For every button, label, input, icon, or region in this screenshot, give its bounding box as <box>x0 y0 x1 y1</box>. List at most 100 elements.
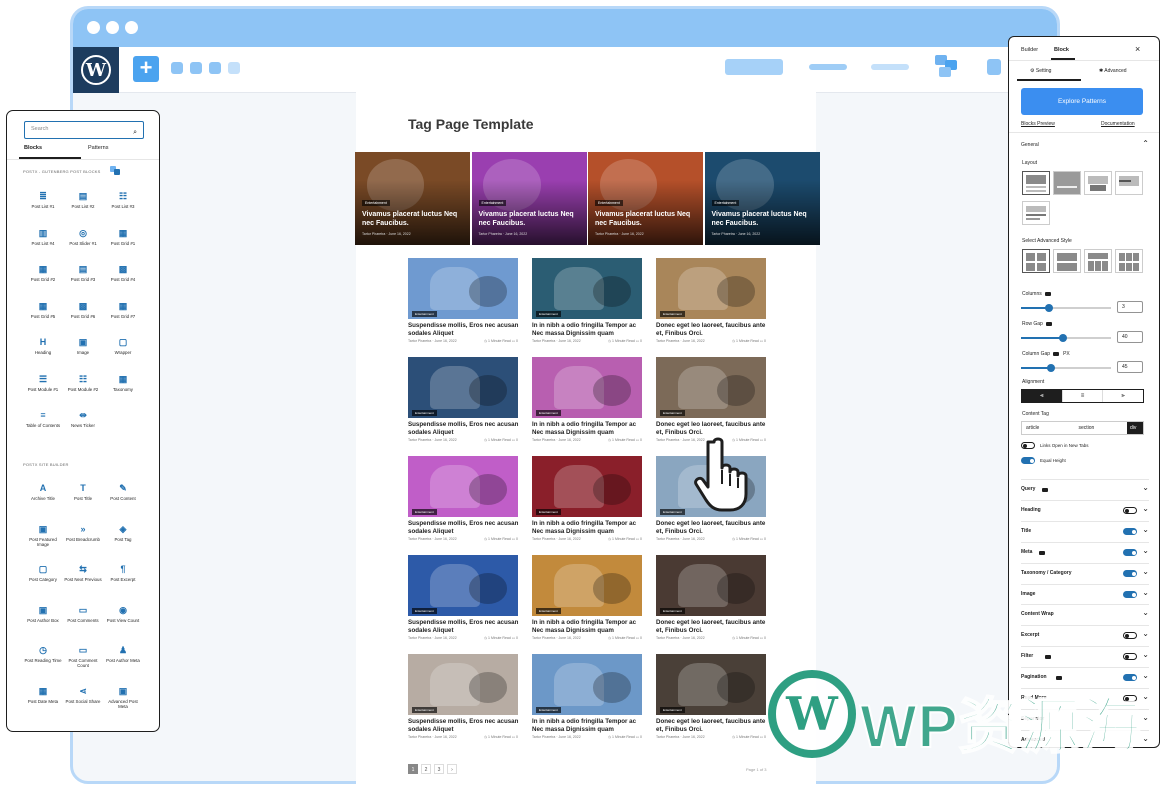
block-item[interactable]: ¶ Post Excerpt <box>103 564 143 598</box>
post-card[interactable]: Entertainment In in nibh a odio fringilla… <box>532 456 642 546</box>
block-item[interactable]: ▣ Advanced Post Meta <box>103 686 143 720</box>
toolbar-tool-icon[interactable] <box>228 62 240 74</box>
category-badge[interactable]: Entertainment <box>660 509 685 515</box>
post-thumbnail[interactable]: Entertainment <box>656 258 766 319</box>
settings-section-image[interactable]: Image ⌄ <box>1021 588 1149 602</box>
block-item[interactable]: ☷ Post List #3 <box>103 191 143 225</box>
block-item[interactable]: A Archive Title <box>23 483 63 517</box>
post-title[interactable]: Donec eget leo laoreet, faucibus ante et… <box>656 421 768 437</box>
wordpress-logo-icon[interactable]: W <box>73 47 119 93</box>
unit-label[interactable]: PX <box>1063 351 1070 357</box>
row-gap-slider[interactable] <box>1021 334 1111 342</box>
desktop-icon[interactable] <box>1053 351 1060 356</box>
block-item[interactable]: ◎ Post Slider #1 <box>63 228 103 262</box>
block-item[interactable]: ▤ Post List #2 <box>63 191 103 225</box>
settings-section-taxonomy-category[interactable]: Taxonomy / Category ⌄ <box>1021 567 1149 581</box>
layout-option-5[interactable] <box>1022 201 1050 225</box>
post-card[interactable]: Entertainment In in nibh a odio fringilla… <box>532 654 642 744</box>
category-badge[interactable]: Entertainment <box>412 707 437 713</box>
toolbar-tool-icon[interactable] <box>171 62 183 74</box>
block-item[interactable]: ▦ Post Grid #7 <box>103 301 143 335</box>
tab-blocks[interactable]: Blocks <box>24 145 42 151</box>
tag-article-button[interactable]: article <box>1022 422 1075 434</box>
block-item[interactable]: T Post Title <box>63 483 103 517</box>
block-item[interactable]: ☰ Post Module #1 <box>23 374 63 408</box>
post-card[interactable]: Entertainment In in nibh a odio fringilla… <box>532 555 642 645</box>
post-card[interactable]: Entertainment Donec eget leo laoreet, fau… <box>656 555 766 645</box>
block-item[interactable]: ▦ Taxonomy <box>103 374 143 408</box>
block-item[interactable]: ▣ Post Author Box <box>23 605 63 639</box>
hero-title[interactable]: Vivamus placerat luctus Neq nec Faucibus… <box>479 210 583 228</box>
close-icon[interactable]: × <box>1135 44 1140 54</box>
documentation-link[interactable]: Documentation <box>1101 121 1135 127</box>
post-thumbnail[interactable]: Entertainment <box>532 357 642 418</box>
chevron-down-icon[interactable]: ⌄ <box>1142 546 1149 555</box>
block-item[interactable]: ⋖ Post Social Share <box>63 686 103 720</box>
category-badge[interactable]: Entertainment <box>660 311 685 317</box>
post-title[interactable]: In in nibh a odio fringilla Tempor ac Ne… <box>532 421 644 437</box>
category-badge[interactable]: Entertainment <box>362 200 390 206</box>
block-item[interactable]: ◷ Post Reading Time <box>23 645 63 679</box>
chevron-down-icon[interactable]: ⌄ <box>1142 650 1149 659</box>
align-center-button[interactable]: ≡ <box>1063 390 1104 402</box>
category-badge[interactable]: Entertainment <box>412 608 437 614</box>
info-icon[interactable] <box>1042 488 1048 492</box>
block-item[interactable]: ▭ Post Comments <box>63 605 103 639</box>
hero-post-card[interactable]: Entertainment Vivamus placerat luctus Neq… <box>704 152 820 245</box>
chevron-down-icon[interactable]: ⌄ <box>1142 567 1149 576</box>
hero-post-card[interactable]: Entertainment Vivamus placerat luctus Neq… <box>471 152 587 245</box>
category-badge[interactable]: Entertainment <box>536 608 561 614</box>
block-item[interactable]: ▦ Post Grid #2 <box>23 264 63 298</box>
column-gap-input[interactable]: 45 <box>1117 361 1143 373</box>
post-title[interactable]: Suspendisse mollis, Eros nec acusan soda… <box>408 322 520 338</box>
window-dot-icon[interactable] <box>106 21 119 34</box>
tag-div-button[interactable]: div <box>1127 422 1143 434</box>
add-block-button[interactable]: + <box>133 56 159 82</box>
post-thumbnail[interactable]: Entertainment <box>656 654 766 715</box>
general-section-header[interactable]: General ⌃ <box>1021 139 1149 153</box>
post-thumbnail[interactable]: Entertainment <box>656 357 766 418</box>
post-thumbnail[interactable]: Entertainment <box>408 654 518 715</box>
page-button[interactable]: › <box>447 764 457 774</box>
layout-option-4[interactable] <box>1115 171 1143 195</box>
settings-section-heading[interactable]: Heading ⌄ <box>1021 504 1149 518</box>
post-title[interactable]: Suspendisse mollis, Eros nec acusan soda… <box>408 619 520 635</box>
tab-setting[interactable]: ⚙ Setting <box>1030 68 1051 74</box>
block-item[interactable]: ▢ Wrapper <box>103 337 143 371</box>
search-icon[interactable]: ⌕ <box>133 125 137 140</box>
post-card[interactable]: Entertainment Suspendisse mollis, Eros ne… <box>408 456 518 546</box>
columns-input[interactable]: 3 <box>1117 301 1143 313</box>
block-item[interactable]: ▩ Post Grid #4 <box>103 264 143 298</box>
settings-section-query[interactable]: Query ⌄ <box>1021 483 1149 497</box>
style-option-2[interactable] <box>1053 249 1081 273</box>
post-thumbnail[interactable]: Entertainment <box>408 357 518 418</box>
post-card[interactable]: Entertainment In in nibh a odio fringilla… <box>532 258 642 348</box>
window-dot-icon[interactable] <box>87 21 100 34</box>
category-badge[interactable]: Entertainment <box>660 707 685 713</box>
block-item[interactable]: ⇹ News Ticker <box>63 410 103 444</box>
category-badge[interactable]: Entertainment <box>536 410 561 416</box>
block-item[interactable]: ▦ Post Grid #5 <box>23 301 63 335</box>
post-card[interactable]: Entertainment In in nibh a odio fringilla… <box>532 357 642 447</box>
layout-option-3[interactable] <box>1084 171 1112 195</box>
section-toggle[interactable] <box>1123 506 1137 514</box>
section-toggle[interactable] <box>1123 569 1137 577</box>
category-badge[interactable]: Entertainment <box>536 311 561 317</box>
block-item[interactable]: ≡ Table of Contents <box>23 410 63 444</box>
settings-section-excerpt[interactable]: Excerpt ⌄ <box>1021 629 1149 643</box>
style-option-3[interactable] <box>1084 249 1112 273</box>
block-item[interactable]: ≣ Post List #1 <box>23 191 63 225</box>
post-thumbnail[interactable]: Entertainment <box>532 555 642 616</box>
desktop-icon[interactable] <box>1045 321 1052 326</box>
desktop-icon[interactable] <box>1044 291 1051 296</box>
block-item[interactable]: ◉ Post View Count <box>103 605 143 639</box>
block-item[interactable]: ▢ Post Category <box>23 564 63 598</box>
layout-option-2[interactable] <box>1053 171 1081 195</box>
post-thumbnail[interactable]: Entertainment <box>408 258 518 319</box>
post-title[interactable]: Suspendisse mollis, Eros nec acusan soda… <box>408 718 520 734</box>
post-thumbnail[interactable]: Entertainment <box>532 456 642 517</box>
search-input[interactable]: Search ⌕ <box>24 121 144 139</box>
category-badge[interactable]: Entertainment <box>536 707 561 713</box>
layout-option-1[interactable] <box>1022 171 1050 195</box>
block-item[interactable]: ☷ Post Module #2 <box>63 374 103 408</box>
